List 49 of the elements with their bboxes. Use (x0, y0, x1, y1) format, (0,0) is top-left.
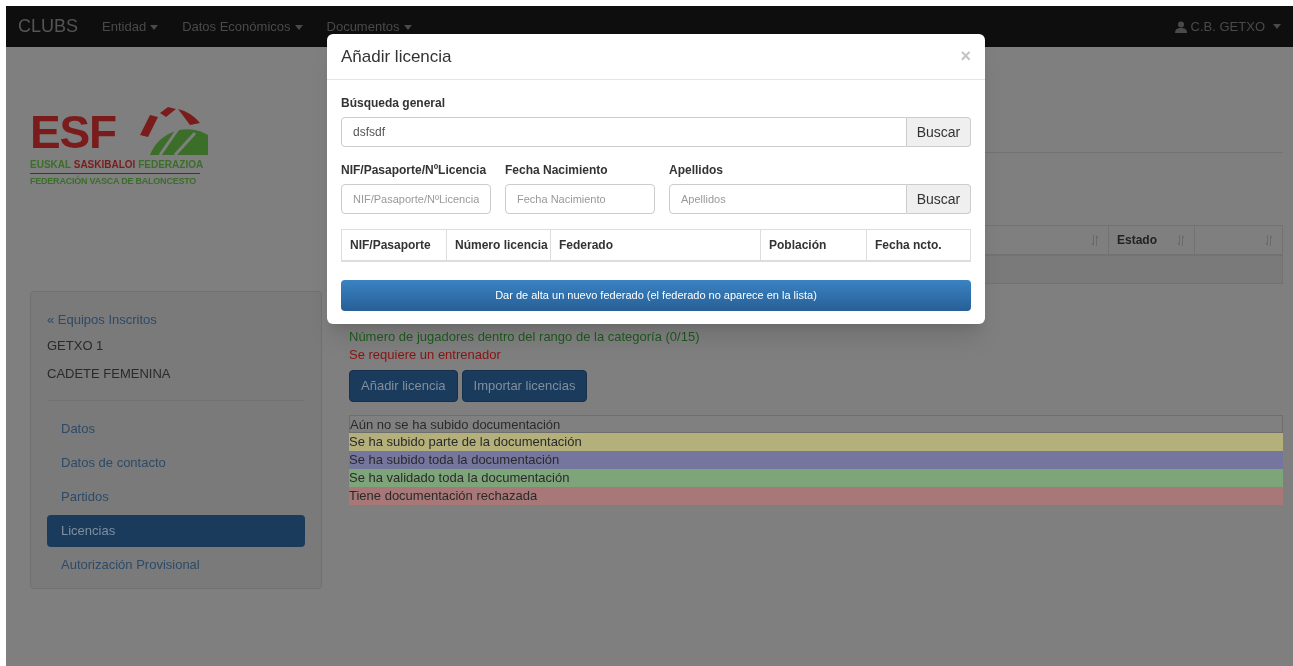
modal-title: Añadir licencia (341, 45, 452, 68)
caret-icon (294, 24, 303, 30)
nav-menu[interactable]: Datos Económicos (182, 16, 303, 37)
sidebar-item[interactable]: Licencias (47, 515, 305, 547)
column-header: Federado (551, 230, 761, 260)
back-link[interactable]: « Equipos Inscritos (47, 310, 305, 332)
legend-row: Se ha subido toda la documentación (349, 451, 1283, 469)
sidebar-item[interactable]: Datos (47, 413, 305, 445)
nav-menu[interactable]: Entidad (102, 16, 159, 37)
field-label: Fecha Nacimiento (505, 162, 609, 179)
search-button[interactable]: Buscar (907, 184, 971, 214)
caret-icon (1273, 24, 1281, 29)
logo-subtitle: FEDERACIÓN VASCA DE BALONCESTO (30, 174, 198, 188)
legend-row: Se ha validado toda la documentación (349, 469, 1283, 487)
search-button[interactable]: Buscar (907, 117, 971, 147)
field-label: Apellidos (669, 162, 724, 179)
field-label: NIF/Pasaporte/NºLicencia (341, 162, 488, 179)
sidebar-item[interactable]: Datos de contacto (47, 447, 305, 479)
brand-link[interactable]: CLUBS (18, 13, 79, 40)
table-header[interactable]: Estado (1109, 226, 1195, 254)
status-message: Se requiere un entrenador (349, 346, 502, 364)
caret-icon (403, 24, 412, 30)
action-button[interactable]: Importar licencias (461, 370, 588, 402)
caret-icon (150, 24, 159, 30)
user-icon (1174, 20, 1187, 33)
search-field[interactable]: NIF/Pasaporte/NºLicencia (341, 184, 491, 214)
column-header: Fecha ncto. (874, 237, 943, 254)
field-label: Búsqueda general (341, 95, 447, 112)
search-field[interactable]: Apellidos (669, 184, 907, 214)
sidebar-item[interactable]: Partidos (47, 481, 305, 513)
team-category: CADETE FEMENINA (47, 365, 172, 383)
legend-row: Aún no se ha subido documentación (349, 415, 1283, 433)
sidebar-item[interactable]: Autorización Provisional (47, 549, 305, 581)
column-header: Población (761, 230, 867, 260)
user-menu[interactable]: C.B. GETXO (1190, 16, 1265, 37)
column-header: Número licencia (447, 230, 551, 260)
status-message: Número de jugadores dentro del rango de la categoría (0/15) (349, 328, 701, 346)
search-field[interactable]: dsfsdf (341, 117, 907, 147)
logo-letters: ESF (30, 109, 116, 155)
legend-row: Tiene documentación rechazada (349, 487, 1283, 505)
column-header: NIF/Pasaporte (342, 230, 447, 260)
legend-row: Se ha subido parte de la documentación (349, 433, 1283, 451)
action-button[interactable]: Añadir licencia (349, 370, 458, 402)
nav-menu[interactable]: Documentos (326, 16, 412, 37)
search-field[interactable]: Fecha Nacimiento (505, 184, 655, 214)
logo-caption: EUSKAL SASKIBALOI FEDERAZIOA (30, 159, 205, 172)
close-button[interactable]: × (960, 43, 971, 70)
new-member-button[interactable]: Dar de alta un nuevo federado (el federado no aparece en la lista) (341, 280, 971, 311)
team-name: GETXO 1 (47, 337, 105, 355)
